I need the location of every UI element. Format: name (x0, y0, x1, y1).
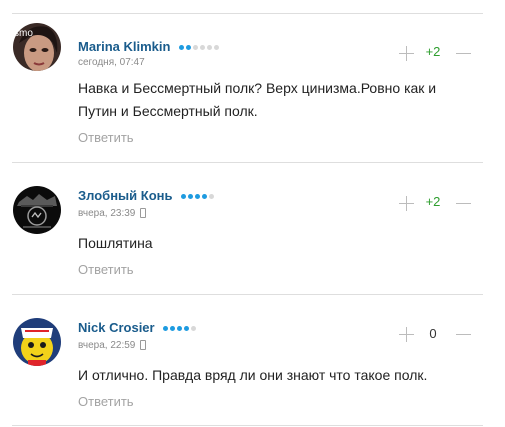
comment-text: И отлично. Правда вряд ли они знают что … (78, 367, 428, 383)
rank-dot (202, 194, 208, 200)
comment-rating: +2 (425, 194, 441, 209)
comment-timestamp: сегодня, 07:47 (78, 57, 145, 68)
reply-link[interactable]: Ответить (78, 130, 134, 145)
author-name[interactable]: Marina Klimkin (78, 39, 220, 54)
rank-dot (193, 45, 199, 51)
downvote-minus-icon[interactable] (456, 53, 471, 54)
rank-dot (170, 326, 176, 332)
author-name[interactable]: Nick Crosier (78, 320, 197, 335)
upvote-plus-icon[interactable] (399, 46, 414, 61)
rank-indicator (163, 326, 197, 332)
timestamp-text: вчера, 23:39 (78, 208, 136, 219)
author-name-text[interactable]: Marina Klimkin (78, 39, 170, 54)
rank-dot (163, 326, 169, 332)
rank-dot (184, 326, 190, 332)
separator-bottom (12, 425, 483, 426)
rank-indicator (179, 45, 220, 51)
comment-text: Навка и Бессмертный полк? Верх цинизма.Р… (78, 80, 437, 119)
rank-indicator (181, 194, 215, 200)
comment-timestamp: вчера, 23:39 (78, 208, 147, 219)
rank-dot (207, 45, 213, 51)
rank-dot (188, 194, 194, 200)
reply-link[interactable]: Ответить (78, 262, 134, 277)
dark-emblem-avatar-icon[interactable] (13, 186, 61, 234)
comment-timestamp: вчера, 22:59 (78, 340, 147, 351)
rank-dot (191, 326, 197, 332)
rank-dot (195, 194, 201, 200)
upvote-plus-icon[interactable] (399, 196, 414, 211)
rank-dot (181, 194, 187, 200)
comment-rating: +2 (425, 44, 441, 59)
timestamp-text: вчера, 22:59 (78, 340, 136, 351)
mobile-phone-icon (140, 340, 147, 350)
comment-item: smo Marina Klimkin сегодня, 07:47 +2 Нав… (0, 13, 505, 145)
comment-text: Пошлятина (78, 235, 153, 251)
rank-dot (200, 45, 206, 51)
downvote-minus-icon[interactable] (456, 203, 471, 204)
author-name-text[interactable]: Злобный Конь (78, 188, 172, 203)
rank-dot (177, 326, 183, 332)
comment-item: Злобный Конь вчера, 23:39 +2 Пошлятина О… (0, 162, 505, 292)
mobile-phone-icon (140, 208, 147, 218)
rank-dot (209, 194, 215, 200)
upvote-plus-icon[interactable] (399, 327, 414, 342)
rank-dot (179, 45, 185, 51)
author-name[interactable]: Злобный Конь (78, 188, 215, 203)
reply-link[interactable]: Ответить (78, 394, 134, 409)
comment-item: Nick Crosier вчера, 22:59 0 И отлично. П… (0, 294, 505, 424)
downvote-minus-icon[interactable] (456, 334, 471, 335)
author-name-text[interactable]: Nick Crosier (78, 320, 155, 335)
rank-dot (214, 45, 220, 51)
rank-dot (186, 45, 192, 51)
timestamp-text: сегодня, 07:47 (78, 57, 145, 68)
yellow-character-avatar-icon[interactable] (13, 318, 61, 366)
comment-rating: 0 (429, 326, 437, 341)
photo-avatar-icon[interactable]: smo (13, 23, 61, 71)
avatar-watermark: smo (14, 28, 33, 39)
